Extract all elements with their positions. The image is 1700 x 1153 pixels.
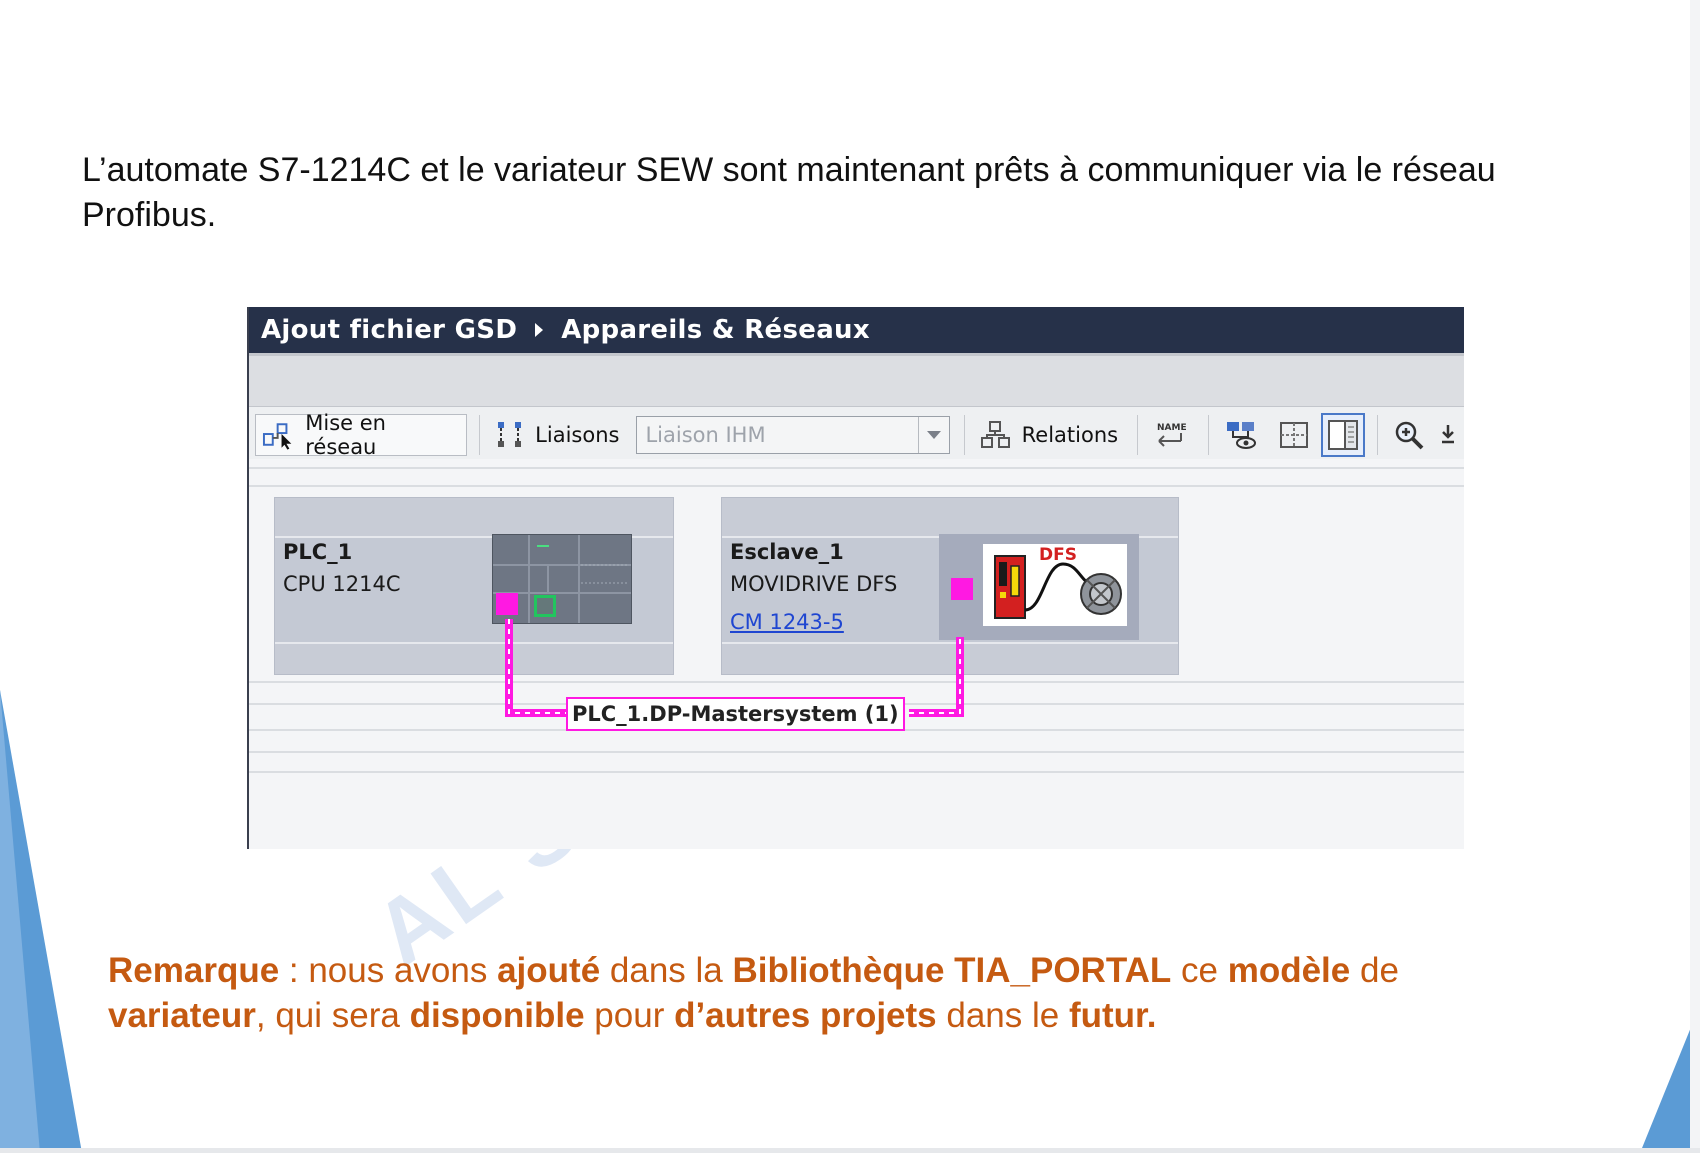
remark-text-part: pour (584, 996, 675, 1035)
breadcrumb-item-gsd[interactable]: Ajout fichier GSD (261, 315, 517, 345)
network-toolbar: Mise en réseau Liaisons Liaison IHM Rela… (249, 407, 1464, 463)
remark-bold-part: d’autres projets (674, 996, 937, 1035)
remark-text-part: de (1350, 951, 1399, 990)
toolbar-divider (1208, 415, 1210, 455)
remark-bold-part: variateur (108, 996, 256, 1035)
remark-bold-part: Bibliothèque TIA_PORTAL (732, 951, 1172, 990)
connections-icon (498, 422, 522, 447)
remark-bold-part: ajouté (497, 951, 601, 990)
zoom-icon (1395, 421, 1424, 450)
remark-bold-part: disponible (409, 996, 585, 1035)
connection-type-select[interactable]: Liaison IHM (636, 416, 950, 454)
remark-text-part: : nous avons (279, 951, 498, 990)
download-button[interactable] (1436, 414, 1460, 456)
download-icon (1442, 425, 1455, 444)
panel-button[interactable] (1321, 413, 1366, 457)
network-button-label: Mise en réseau (305, 411, 386, 459)
remark-text-part: dans la (600, 951, 733, 990)
network-view-button[interactable] (1217, 414, 1267, 456)
network-canvas[interactable]: PLC_1 CPU 1214C Esclave_1 MOVIDRIVE DFS … (249, 459, 1464, 849)
network-button[interactable]: Mise en réseau (255, 411, 468, 459)
remark-bold-part: futur. (1068, 996, 1157, 1035)
name-icon: NAME (1157, 423, 1187, 447)
svg-text:NAME: NAME (1157, 423, 1187, 433)
network-label[interactable]: PLC_1.DP-Mastersystem (1) (566, 697, 905, 731)
panel-icon (1328, 420, 1359, 450)
toolbar-divider (1137, 415, 1139, 455)
toolbar-divider (1377, 415, 1379, 455)
remark-text-part: dans le (936, 996, 1069, 1035)
profibus-network-line[interactable] (249, 459, 1464, 849)
remark-keyword: Remarque (108, 951, 280, 990)
editor-tab-bar (249, 353, 1464, 407)
zoom-button[interactable] (1386, 414, 1432, 456)
remark-text: Remarque : nous avons ajouté dans la Bib… (108, 948, 1628, 1038)
tia-portal-window: Ajout fichier GSD Appareils & Réseaux Mi… (247, 307, 1464, 849)
remark-text-part: ce (1171, 951, 1228, 990)
connections-button[interactable]: Liaisons (488, 414, 626, 456)
breadcrumb-arrow-icon (535, 323, 544, 337)
relations-button[interactable]: Relations (973, 414, 1125, 456)
chevron-down-icon[interactable] (917, 417, 949, 453)
breadcrumb: Ajout fichier GSD Appareils & Réseaux (249, 307, 1464, 353)
network-view-icon (1227, 422, 1257, 449)
grid-icon (1280, 422, 1309, 448)
connections-button-label: Liaisons (535, 423, 620, 447)
breadcrumb-item-devices[interactable]: Appareils & Réseaux (561, 315, 870, 345)
grid-button[interactable] (1271, 414, 1317, 456)
toolbar-divider (963, 415, 965, 455)
relations-button-label: Relations (1021, 423, 1119, 447)
remark-text-part: , qui sera (255, 996, 410, 1035)
connection-type-value: Liaison IHM (645, 423, 766, 447)
toolbar-divider (479, 415, 481, 455)
intro-text: L’automate S7-1214C et le variateur SEW … (82, 151, 1496, 234)
network-icon (262, 423, 292, 450)
remark-bold-part: modèle (1227, 951, 1351, 990)
relations-icon (980, 421, 1010, 448)
name-button[interactable]: NAME (1146, 414, 1196, 456)
